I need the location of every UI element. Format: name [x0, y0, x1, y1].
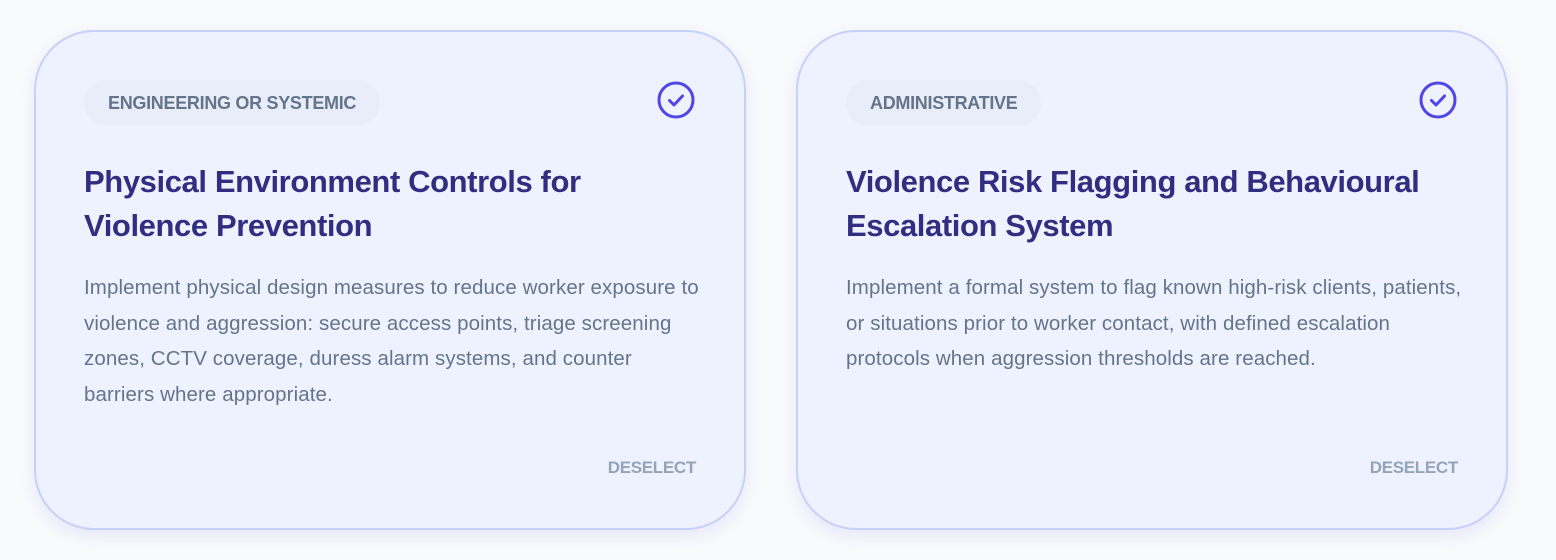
check-circle-icon — [1418, 80, 1458, 120]
deselect-button[interactable]: DESELECT — [1370, 456, 1459, 480]
category-badge: ADMINISTRATIVE — [846, 80, 1042, 126]
deselect-button[interactable]: DESELECT — [608, 456, 697, 480]
card-title: Violence Risk Flagging and Behavioural E… — [846, 164, 1420, 243]
check-circle-icon — [656, 80, 696, 120]
card-description: Implement a formal system to flag known … — [846, 276, 1462, 370]
category-badge: ENGINEERING OR SYSTEMIC — [84, 80, 381, 126]
card-title: Physical Environment Controls for Violen… — [84, 164, 581, 243]
control-card-physical-environment[interactable]: ENGINEERING OR SYSTEMIC Physical Environ… — [34, 30, 746, 530]
control-cards: ENGINEERING OR SYSTEMIC Physical Environ… — [34, 30, 1508, 530]
control-card-violence-risk-flagging[interactable]: ADMINISTRATIVE Violence Risk Flagging an… — [796, 30, 1508, 530]
card-description: Implement physical design measures to re… — [84, 276, 699, 406]
